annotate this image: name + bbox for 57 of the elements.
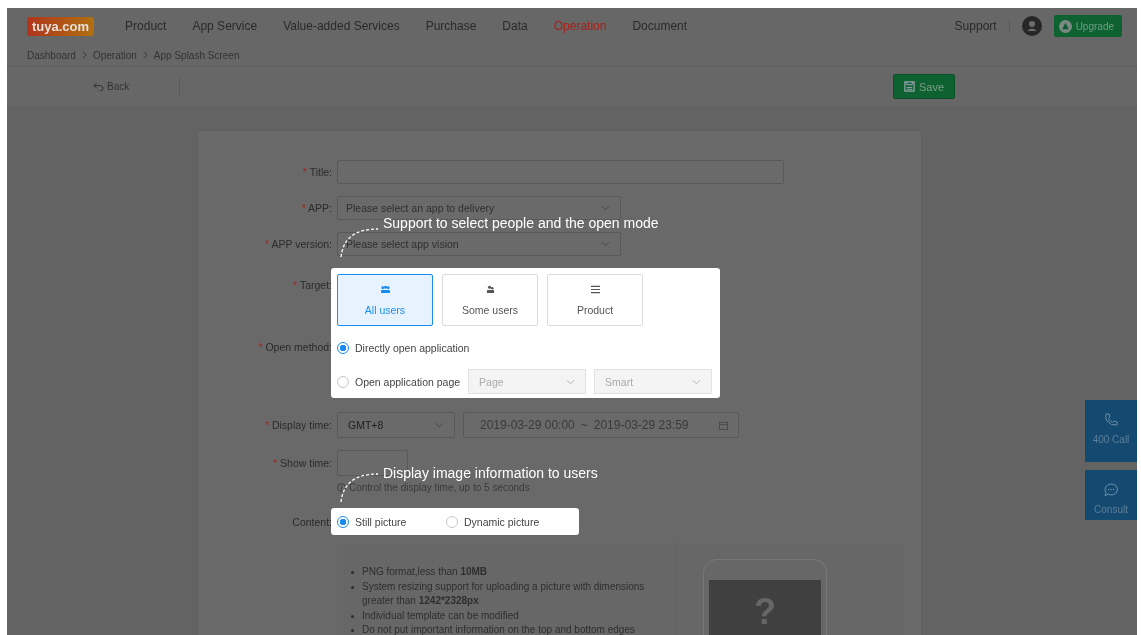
nav-menu-item[interactable]: Document <box>632 19 688 33</box>
target-option[interactable]: Product <box>547 274 643 326</box>
field-label: Content: <box>291 515 332 528</box>
nav-menu-item[interactable]: Operation <box>553 19 607 33</box>
chevron-right-icon <box>81 51 87 59</box>
dropdown-caret-icon <box>566 378 576 385</box>
bullet-icon <box>351 571 354 574</box>
save-button[interactable]: Save <box>893 74 955 99</box>
menu-icon <box>589 284 601 294</box>
back-arrow-icon <box>93 82 104 91</box>
radio-option[interactable]: Still picture <box>337 515 446 528</box>
nav-menu-item[interactable]: Purchase <box>425 19 477 33</box>
dropdown-caret-icon <box>692 378 702 385</box>
field-label: * APP version: <box>264 238 332 250</box>
upgrade-icon <box>1058 19 1072 33</box>
radio-option[interactable]: Dynamic picture <box>446 515 555 528</box>
app-version-select[interactable]: Please select app vision <box>337 232 621 256</box>
dropdown-caret-icon <box>435 422 444 428</box>
calendar-icon <box>719 420 728 430</box>
dropdown-select[interactable]: Smart <box>594 369 713 394</box>
side-button[interactable]: Consult <box>1085 470 1137 520</box>
info-icon <box>337 482 346 492</box>
group-icon <box>379 284 391 294</box>
chat-bubble-icon <box>1103 482 1119 498</box>
nav-menu-item[interactable]: App Service <box>192 19 258 33</box>
placeholder-mark: ? <box>754 594 776 634</box>
nav-menu-item[interactable]: Product <box>125 19 167 33</box>
dropdown-select[interactable]: Page <box>468 369 587 394</box>
field-label: * Target: <box>292 279 332 291</box>
radio-option[interactable]: Directly open application <box>337 341 470 354</box>
target-option[interactable]: All users <box>337 274 433 326</box>
side-button[interactable]: 400 Call <box>1085 400 1137 462</box>
support-link[interactable]: Support <box>954 19 997 33</box>
users-icon <box>484 284 496 294</box>
radio-option[interactable]: Open application page <box>337 375 461 388</box>
dropdown-caret-icon <box>601 241 610 247</box>
save-icon <box>903 81 915 92</box>
field-label: * Display time: <box>263 419 332 431</box>
phone-icon <box>1103 412 1119 428</box>
dropdown-caret-icon <box>601 205 610 211</box>
nav-menu-item[interactable]: Value-added Services <box>283 19 400 33</box>
field-label: * APP: <box>300 202 332 214</box>
nav-menu-item[interactable]: Data <box>502 19 528 33</box>
chevron-right-icon <box>142 51 148 59</box>
field-label: * Show time: <box>272 457 332 469</box>
field-label: * Title: <box>301 166 332 178</box>
bullet-icon <box>351 614 354 618</box>
target-option[interactable]: Some users <box>442 274 538 326</box>
leader-line <box>339 471 379 503</box>
callout-text: Display image information to users <box>383 465 598 481</box>
user-avatar-icon[interactable] <box>1021 16 1042 36</box>
field-label: * Open method: <box>257 341 332 353</box>
logo[interactable]: tuya.com <box>27 16 95 36</box>
timezone-select[interactable]: GMT+8 <box>337 412 455 438</box>
bullet-icon <box>351 629 354 632</box>
bullet-icon <box>351 585 354 589</box>
upgrade-button[interactable]: Upgrade <box>1053 15 1122 37</box>
